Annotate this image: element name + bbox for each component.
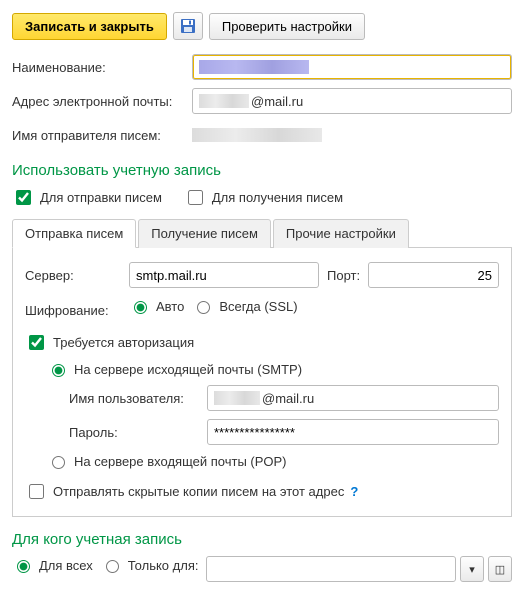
email-label: Адрес электронной почты: bbox=[12, 94, 192, 109]
name-input[interactable] bbox=[192, 54, 512, 80]
use-account-checks: Для отправки писем Для получения писем bbox=[12, 187, 512, 208]
combo-open-button[interactable]: ◫ bbox=[488, 556, 512, 582]
username-input[interactable]: @mail.ru bbox=[207, 385, 499, 411]
username-suffix: @mail.ru bbox=[262, 391, 314, 406]
radio-auth-smtp[interactable] bbox=[52, 364, 65, 377]
tab-panel-sending: Сервер: Порт: Шифрование: Авто Всегда (S… bbox=[12, 248, 512, 517]
server-label: Сервер: bbox=[25, 268, 121, 283]
sender-name-label: Имя отправителя писем: bbox=[12, 128, 192, 143]
email-suffix: @mail.ru bbox=[251, 94, 303, 109]
radio-enc-ssl-wrap[interactable]: Всегда (SSL) bbox=[192, 298, 297, 314]
only-for-combo[interactable] bbox=[206, 556, 456, 582]
audience-title: Для кого учетная запись bbox=[12, 531, 512, 548]
tab-other[interactable]: Прочие настройки bbox=[273, 219, 409, 248]
smtp-creds: Имя пользователя: @mail.ru Пароль: bbox=[47, 385, 499, 445]
only-for-combo-wrap: ▾ ◫ bbox=[206, 556, 512, 582]
port-input[interactable] bbox=[368, 262, 499, 288]
email-prefix-obscured bbox=[199, 94, 249, 108]
lbl-auth-required: Требуется авторизация bbox=[53, 335, 194, 350]
use-account-title: Использовать учетную запись bbox=[12, 162, 512, 179]
lbl-auth-smtp: На сервере исходящей почты (SMTP) bbox=[74, 362, 302, 377]
radio-auth-smtp-wrap[interactable]: На сервере исходящей почты (SMTP) bbox=[47, 361, 499, 377]
row-auth-required: Требуется авторизация bbox=[25, 332, 499, 353]
port-label: Порт: bbox=[327, 268, 360, 283]
chk-for-receiving[interactable] bbox=[188, 190, 203, 205]
name-label: Наименование: bbox=[12, 60, 192, 75]
username-prefix-obscured bbox=[214, 391, 260, 405]
username-label: Имя пользователя: bbox=[69, 391, 199, 406]
row-name: Наименование: bbox=[12, 54, 512, 80]
radio-only-for[interactable] bbox=[106, 560, 119, 573]
chk-auth-required[interactable] bbox=[29, 335, 44, 350]
check-settings-button[interactable]: Проверить настройки bbox=[209, 13, 365, 40]
lbl-for-sending: Для отправки писем bbox=[40, 190, 162, 205]
chk-send-bcc[interactable] bbox=[29, 484, 44, 499]
password-input[interactable] bbox=[207, 419, 499, 445]
lbl-enc-auto: Авто bbox=[156, 299, 184, 314]
row-sender-name: Имя отправителя писем: bbox=[12, 122, 512, 148]
chk-for-sending[interactable] bbox=[16, 190, 31, 205]
row-email: Адрес электронной почты: @mail.ru bbox=[12, 88, 512, 114]
tab-receiving[interactable]: Получение писем bbox=[138, 219, 271, 248]
password-label: Пароль: bbox=[69, 425, 199, 440]
row-password: Пароль: bbox=[69, 419, 499, 445]
lbl-auth-pop: На сервере входящей почты (POP) bbox=[74, 454, 287, 469]
save-and-close-button[interactable]: Записать и закрыть bbox=[12, 13, 167, 40]
tabs: Отправка писем Получение писем Прочие на… bbox=[12, 218, 512, 248]
radio-enc-ssl[interactable] bbox=[197, 301, 210, 314]
chevron-down-icon: ▾ bbox=[469, 563, 475, 576]
open-external-icon: ◫ bbox=[495, 563, 505, 576]
row-server: Сервер: Порт: bbox=[25, 262, 499, 288]
radio-for-all-wrap[interactable]: Для всех bbox=[12, 557, 93, 573]
combo-dropdown-button[interactable]: ▾ bbox=[460, 556, 484, 582]
sender-name-obscured bbox=[192, 128, 322, 142]
server-input[interactable] bbox=[129, 262, 319, 288]
auth-sub-block: На сервере исходящей почты (SMTP) Имя по… bbox=[25, 361, 499, 469]
save-button[interactable] bbox=[173, 12, 203, 40]
row-send-bcc: Отправлять скрытые копии писем на этот а… bbox=[25, 481, 499, 502]
help-icon[interactable]: ? bbox=[350, 484, 358, 499]
lbl-send-bcc: Отправлять скрытые копии писем на этот а… bbox=[53, 484, 344, 499]
radio-for-all[interactable] bbox=[17, 560, 30, 573]
email-input[interactable]: @mail.ru bbox=[192, 88, 512, 114]
radio-enc-auto[interactable] bbox=[134, 301, 147, 314]
radio-auth-pop[interactable] bbox=[52, 456, 65, 469]
name-value-obscured bbox=[199, 60, 309, 74]
lbl-enc-ssl: Всегда (SSL) bbox=[219, 299, 297, 314]
tab-sending[interactable]: Отправка писем bbox=[12, 219, 136, 248]
radio-auth-pop-wrap[interactable]: На сервере входящей почты (POP) bbox=[47, 453, 499, 469]
row-username: Имя пользователя: @mail.ru bbox=[69, 385, 499, 411]
lbl-for-all: Для всех bbox=[39, 558, 93, 573]
floppy-icon bbox=[180, 18, 196, 34]
lbl-only-for: Только для: bbox=[128, 558, 199, 573]
radio-only-for-wrap[interactable]: Только для: bbox=[101, 557, 199, 573]
toolbar: Записать и закрыть Проверить настройки bbox=[12, 12, 512, 40]
radio-enc-auto-wrap[interactable]: Авто bbox=[129, 298, 184, 314]
lbl-for-receiving: Для получения писем bbox=[212, 190, 343, 205]
sender-name-value bbox=[192, 122, 512, 148]
row-audience: Для всех Только для: ▾ ◫ bbox=[12, 556, 512, 582]
row-encryption: Шифрование: Авто Всегда (SSL) bbox=[25, 298, 499, 322]
encryption-label: Шифрование: bbox=[25, 303, 121, 318]
